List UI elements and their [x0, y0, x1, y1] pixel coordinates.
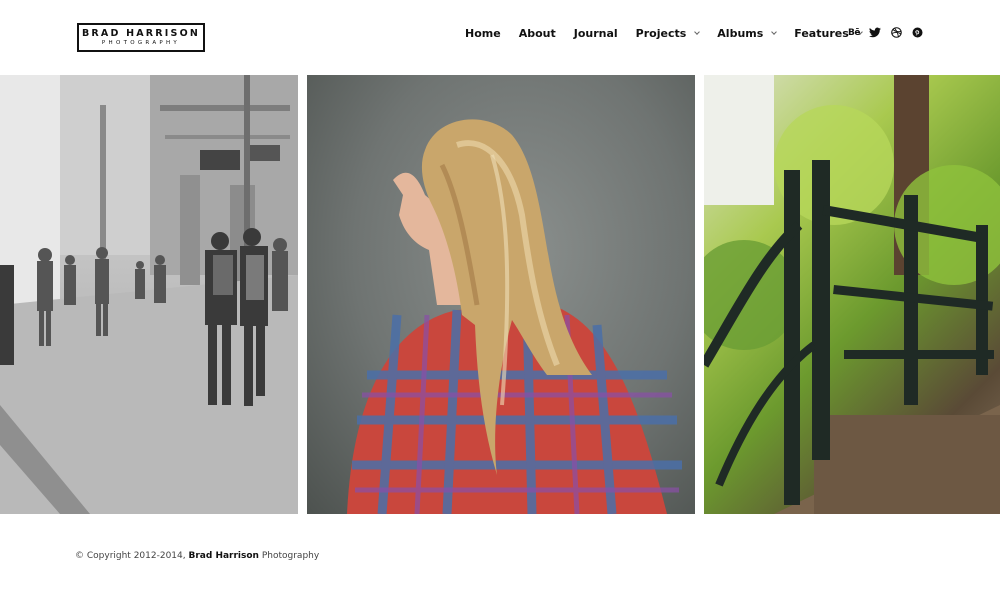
site-header: BRAD HARRISON PHOTOGRAPHY Home About Jou…: [0, 0, 1000, 75]
photo-gallery: [0, 75, 1000, 514]
copyright-name: Brad Harrison: [188, 551, 259, 561]
twitter-icon[interactable]: [869, 27, 881, 39]
nav-item-label: Home: [465, 26, 501, 40]
portrait-photo[interactable]: [307, 75, 695, 514]
nav-item-label: Journal: [573, 26, 618, 40]
main-nav: Home About Journal Projects Albums Featu…: [465, 26, 863, 40]
site-logo[interactable]: BRAD HARRISON PHOTOGRAPHY: [77, 23, 205, 52]
nav-item-albums[interactable]: Albums: [717, 26, 778, 40]
chevron-down-icon: [694, 28, 701, 35]
nav-item-label: Projects: [635, 26, 687, 40]
copyright-suffix: Photography: [261, 551, 320, 561]
street-photo[interactable]: [0, 75, 298, 514]
dribbble-icon[interactable]: [890, 27, 902, 39]
logo-name: BRAD HARRISON: [81, 28, 201, 39]
copyright-prefix: © Copyright 2012-2014,: [75, 551, 186, 561]
nav-item-projects[interactable]: Projects: [635, 26, 701, 40]
nav-item-label: Features: [794, 26, 849, 40]
railing-photo[interactable]: [704, 75, 1000, 514]
nav-item-label: About: [518, 26, 556, 40]
behance-icon[interactable]: Bē: [848, 27, 860, 39]
logo-subtitle: PHOTOGRAPHY: [101, 40, 181, 46]
nav-item-label: Albums: [717, 26, 764, 40]
site-footer: © Copyright 2012-2014, Brad Harrison Pho…: [75, 551, 319, 561]
nav-item-about[interactable]: About: [519, 27, 556, 40]
nav-item-home[interactable]: Home: [465, 27, 501, 40]
pinterest-icon[interactable]: [911, 27, 923, 39]
chevron-down-icon: [771, 28, 778, 35]
nav-item-journal[interactable]: Journal: [574, 27, 618, 40]
social-links: Bē: [848, 25, 923, 40]
